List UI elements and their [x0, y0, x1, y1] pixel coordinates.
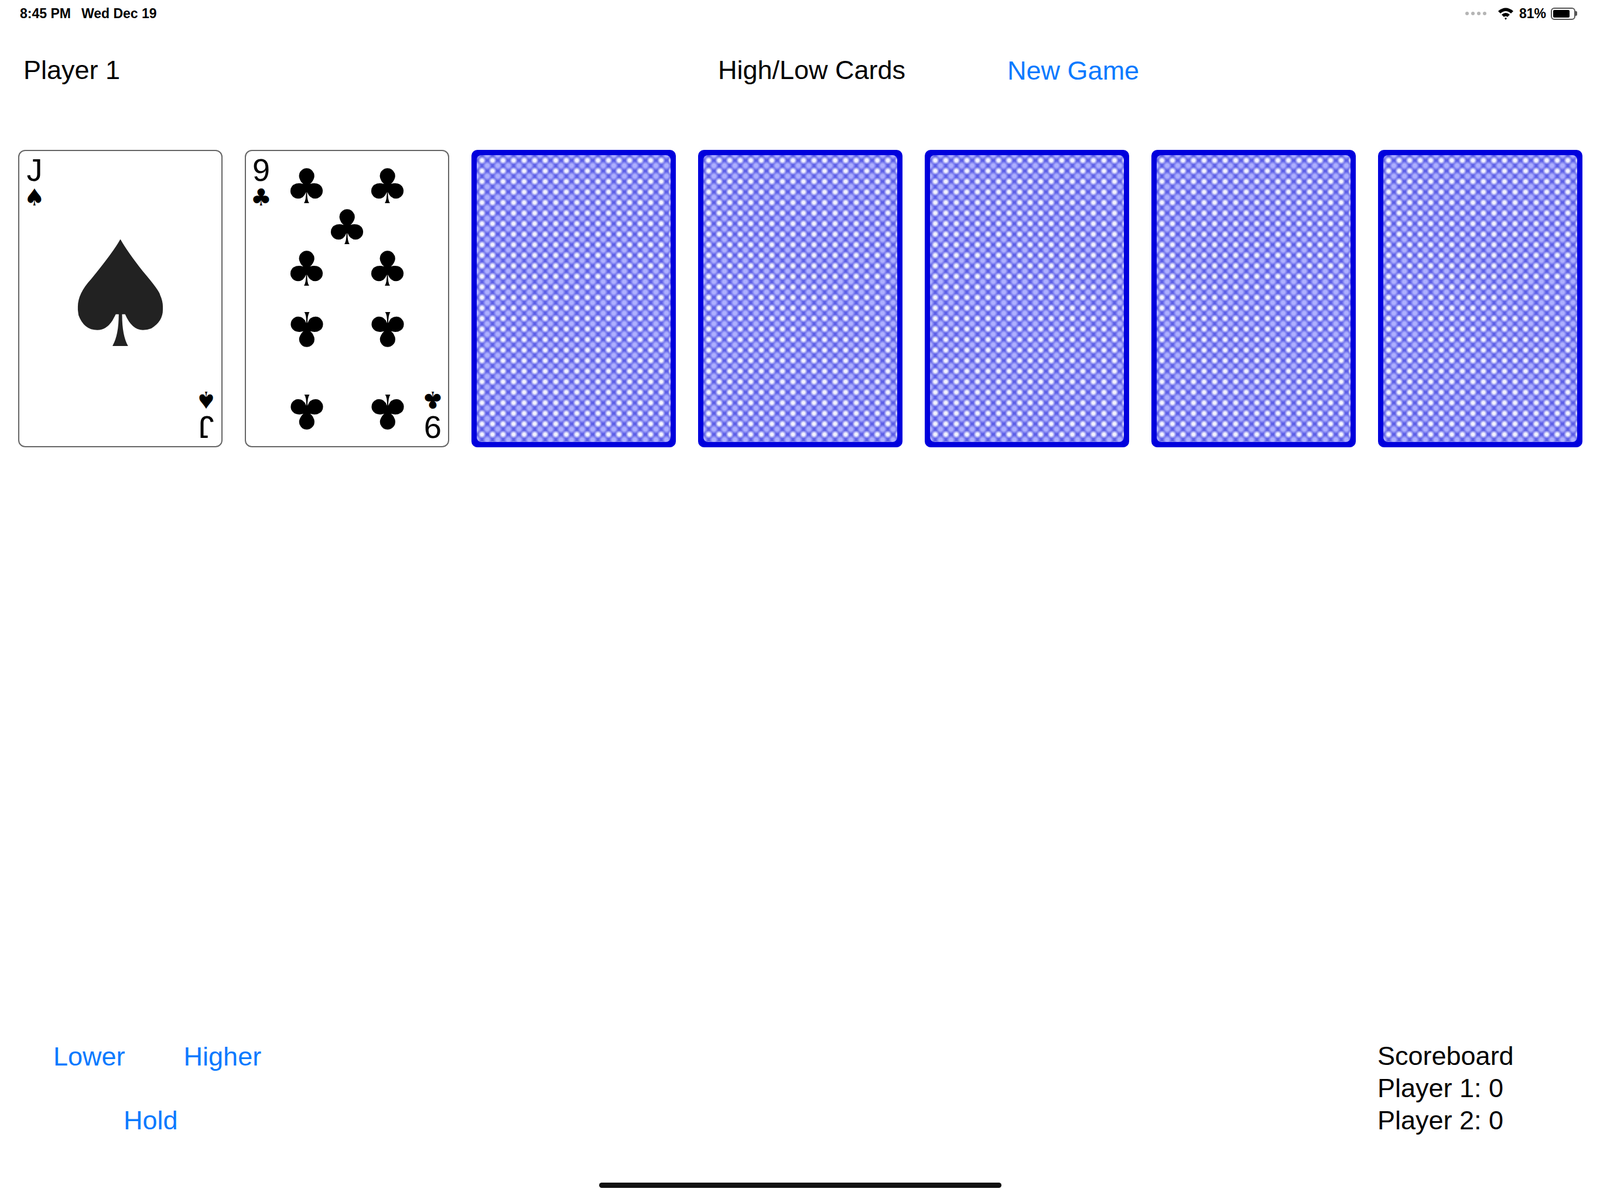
card-rank: J — [26, 154, 43, 186]
status-date: Wed Dec 19 — [81, 3, 157, 25]
playing-card[interactable]: J♠J♠♠ — [18, 149, 223, 448]
battery-percent: 81% — [1519, 3, 1547, 25]
card-pip: ♣ — [366, 245, 410, 294]
bottom-bar: Lower HigherHold ScoreboardPlayer 1: 0Play… — [0, 1040, 1600, 1137]
card-pip: ♣ — [285, 387, 329, 436]
card-back-pattern — [476, 155, 671, 443]
card-suit: ♠ — [195, 387, 217, 413]
card-pip: ♣ — [285, 162, 329, 211]
card-suit: ♠ — [24, 185, 46, 210]
card-back-pattern — [930, 155, 1124, 443]
controls-row: Hold — [53, 1105, 262, 1137]
card-rank: 9 — [424, 412, 442, 443]
scoreboard: ScoreboardPlayer 1: 0Player 2: 0 — [1377, 1040, 1600, 1137]
face-down-card[interactable] — [1151, 149, 1356, 448]
face-down-card[interactable] — [1378, 149, 1583, 448]
card-rank: 9 — [252, 154, 270, 186]
battery-nub — [1575, 11, 1578, 16]
score-line: Player 2: 0 — [1377, 1104, 1600, 1137]
card-rank: J — [198, 412, 215, 443]
wifi-icon — [1496, 6, 1515, 21]
face-down-card[interactable] — [924, 149, 1130, 448]
header-bar: Player 1High/Low Cards New Game — [0, 26, 1600, 150]
status-bar: 8:45 PM Wed Dec 19 81% — [0, 0, 1600, 27]
card-pip: ♣ — [325, 203, 369, 252]
face-down-card[interactable] — [698, 149, 903, 448]
hold-button[interactable]: Hold — [123, 1105, 179, 1137]
card-corner: J♠ — [24, 154, 46, 210]
higher-button[interactable]: Higher — [183, 1041, 262, 1073]
game-title: High/Low Cards — [718, 54, 906, 87]
card-corner: 9♣ — [250, 154, 272, 210]
card-center-suit: ♠ — [54, 222, 186, 369]
cell-signal-icon — [1465, 11, 1487, 16]
home-indicator[interactable] — [599, 1183, 1002, 1189]
battery-icon — [1550, 7, 1578, 20]
battery-fill — [1553, 9, 1570, 18]
card-pip: ♣ — [285, 245, 329, 294]
battery-shell — [1550, 7, 1576, 20]
card-corner: 9♣ — [422, 387, 444, 443]
new-game-button[interactable]: New Game — [1007, 55, 1140, 87]
card-pip: ♣ — [366, 162, 410, 211]
card-pip: ♣ — [366, 304, 410, 353]
player-label: Player 1 — [23, 54, 719, 87]
controls-row: Lower Higher — [53, 1041, 262, 1073]
table-area — [0, 447, 1600, 1041]
card-pip: ♣ — [285, 304, 329, 353]
home-area — [0, 1136, 1600, 1199]
face-down-card[interactable] — [471, 149, 676, 448]
status-right: 81% — [1465, 3, 1578, 25]
playing-card[interactable]: 9♣9♣♣♣♣♣♣♣♣♣♣ — [244, 149, 450, 448]
card-corner: J♠ — [195, 387, 217, 443]
controls: Lower HigherHold — [0, 1041, 262, 1137]
status-time: 8:45 PM — [19, 3, 71, 25]
card-pip: ♣ — [366, 387, 410, 436]
card-row: J♠J♠♠9♣9♣♣♣♣♣♣♣♣♣♣ — [0, 149, 1600, 448]
lower-button[interactable]: Lower — [53, 1041, 126, 1073]
card-suit: ♣ — [422, 387, 444, 413]
card-suit: ♣ — [250, 185, 272, 210]
score-line: Player 1: 0 — [1377, 1072, 1600, 1105]
card-back-pattern — [1383, 155, 1578, 443]
status-left: 8:45 PM Wed Dec 19 — [19, 3, 157, 25]
new-game-wrap: New Game — [905, 53, 1600, 87]
card-back-pattern — [703, 155, 898, 443]
card-back-pattern — [1156, 155, 1351, 443]
scoreboard-title: Scoreboard — [1377, 1040, 1600, 1073]
